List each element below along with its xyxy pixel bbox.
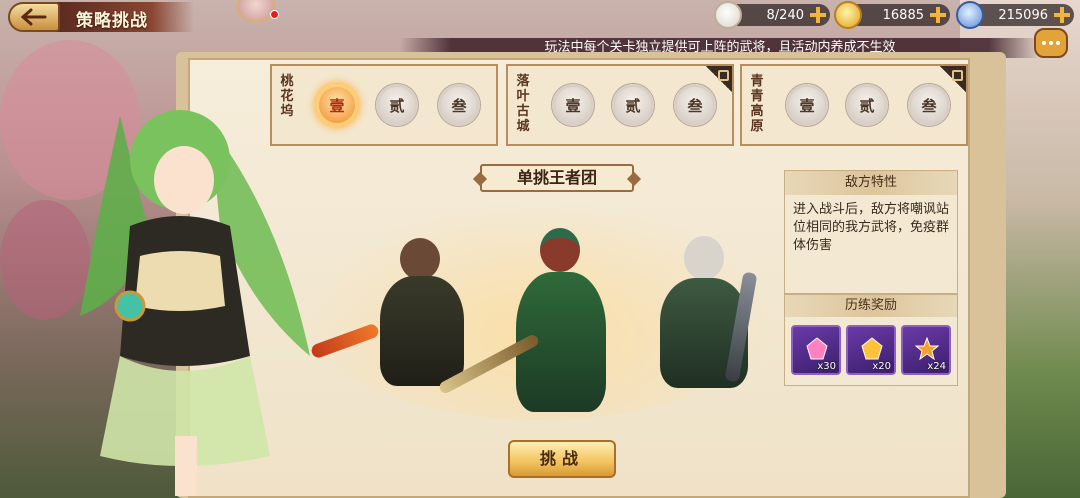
stage-luoyeguchang[interactable]: 落叶古城 壹 贰 叁 bbox=[506, 64, 734, 146]
hero-head bbox=[400, 238, 440, 280]
top-bar: 策略挑战 8/240 16885 215096 bbox=[0, 0, 1080, 34]
gold-ingot-icon bbox=[834, 1, 862, 29]
enemy-hero-right bbox=[640, 232, 770, 392]
level-button-2[interactable]: 贰 bbox=[846, 84, 888, 126]
resource-gold: 16885 bbox=[834, 1, 950, 29]
level-button-3[interactable]: 叁 bbox=[438, 84, 480, 126]
stage-name: 青青高原 bbox=[750, 74, 764, 134]
traits-description: 进入战斗后，敌方将嘲讽站位相同的我方武将，免疫群体伤害 bbox=[793, 202, 950, 253]
item-count: x20 bbox=[872, 361, 891, 372]
add-silver-button[interactable] bbox=[1054, 7, 1070, 23]
silver-value: 215096 bbox=[998, 7, 1048, 23]
reward-item[interactable]: x24 bbox=[901, 325, 951, 375]
level-button-1[interactable]: 壹 bbox=[552, 84, 594, 126]
enemy-hero-center bbox=[437, 218, 624, 418]
resource-silver: 215096 bbox=[956, 1, 1074, 29]
guide-character-illustration bbox=[80, 110, 310, 496]
gold-gem-icon bbox=[861, 337, 883, 360]
stage-name: 落叶古城 bbox=[516, 74, 530, 134]
hero-armor bbox=[380, 276, 464, 386]
boss-team-title: 单挑王者团 bbox=[480, 164, 634, 192]
silver-coin-icon bbox=[956, 1, 984, 29]
chat-dot-icon bbox=[1049, 41, 1053, 45]
reward-item[interactable]: x20 bbox=[846, 325, 896, 375]
reward-item[interactable]: x30 bbox=[791, 325, 841, 375]
chat-button[interactable] bbox=[1034, 28, 1068, 58]
level-button-3[interactable]: 叁 bbox=[674, 84, 716, 126]
enemy-hero-left bbox=[309, 232, 480, 392]
level-button-1[interactable]: 壹 bbox=[786, 84, 828, 126]
chat-dot-icon bbox=[1042, 41, 1046, 45]
back-arrow-icon bbox=[21, 8, 47, 26]
item-count: x24 bbox=[927, 361, 946, 372]
lock-icon bbox=[940, 66, 966, 92]
page-title: 策略挑战 bbox=[76, 11, 148, 31]
notification-dot bbox=[270, 10, 279, 19]
level-button-2[interactable]: 贰 bbox=[376, 84, 418, 126]
level-button-3[interactable]: 叁 bbox=[908, 84, 950, 126]
back-button[interactable] bbox=[8, 2, 60, 32]
reward-items: x30 x20 x24 bbox=[785, 317, 957, 383]
stage-tabs: 桃花坞 壹 贰 叁 落叶古城 壹 贰 叁 青青高原 壹 贰 叁 bbox=[270, 64, 970, 146]
stamina-bun-icon bbox=[714, 1, 742, 29]
challenge-button[interactable]: 挑战 bbox=[508, 440, 616, 478]
add-stamina-button[interactable] bbox=[810, 7, 826, 23]
gold-value: 16885 bbox=[882, 7, 924, 23]
item-count: x30 bbox=[817, 361, 836, 372]
level-button-1[interactable]: 壹 bbox=[316, 84, 358, 126]
reward-panel: 历练奖励 x30 x20 x24 bbox=[784, 294, 958, 386]
stamina-value: 8/240 bbox=[766, 7, 804, 23]
lock-icon bbox=[706, 66, 732, 92]
traits-title: 敌方特性 bbox=[785, 171, 957, 195]
resource-stamina: 8/240 bbox=[714, 1, 830, 29]
level-button-2[interactable]: 贰 bbox=[612, 84, 654, 126]
star-shard-icon bbox=[915, 337, 939, 361]
pink-gem-icon bbox=[806, 337, 828, 360]
hero-head bbox=[684, 236, 724, 280]
add-gold-button[interactable] bbox=[930, 7, 946, 23]
enemy-traits-panel: 敌方特性 进入战斗后，敌方将嘲讽站位相同的我方武将，免疫群体伤害 bbox=[784, 170, 958, 294]
hero-head bbox=[540, 228, 580, 272]
chat-dot-icon bbox=[1056, 41, 1060, 45]
reward-title: 历练奖励 bbox=[785, 295, 957, 317]
stage-qingqinggaoyuan[interactable]: 青青高原 壹 贰 叁 bbox=[740, 64, 968, 146]
